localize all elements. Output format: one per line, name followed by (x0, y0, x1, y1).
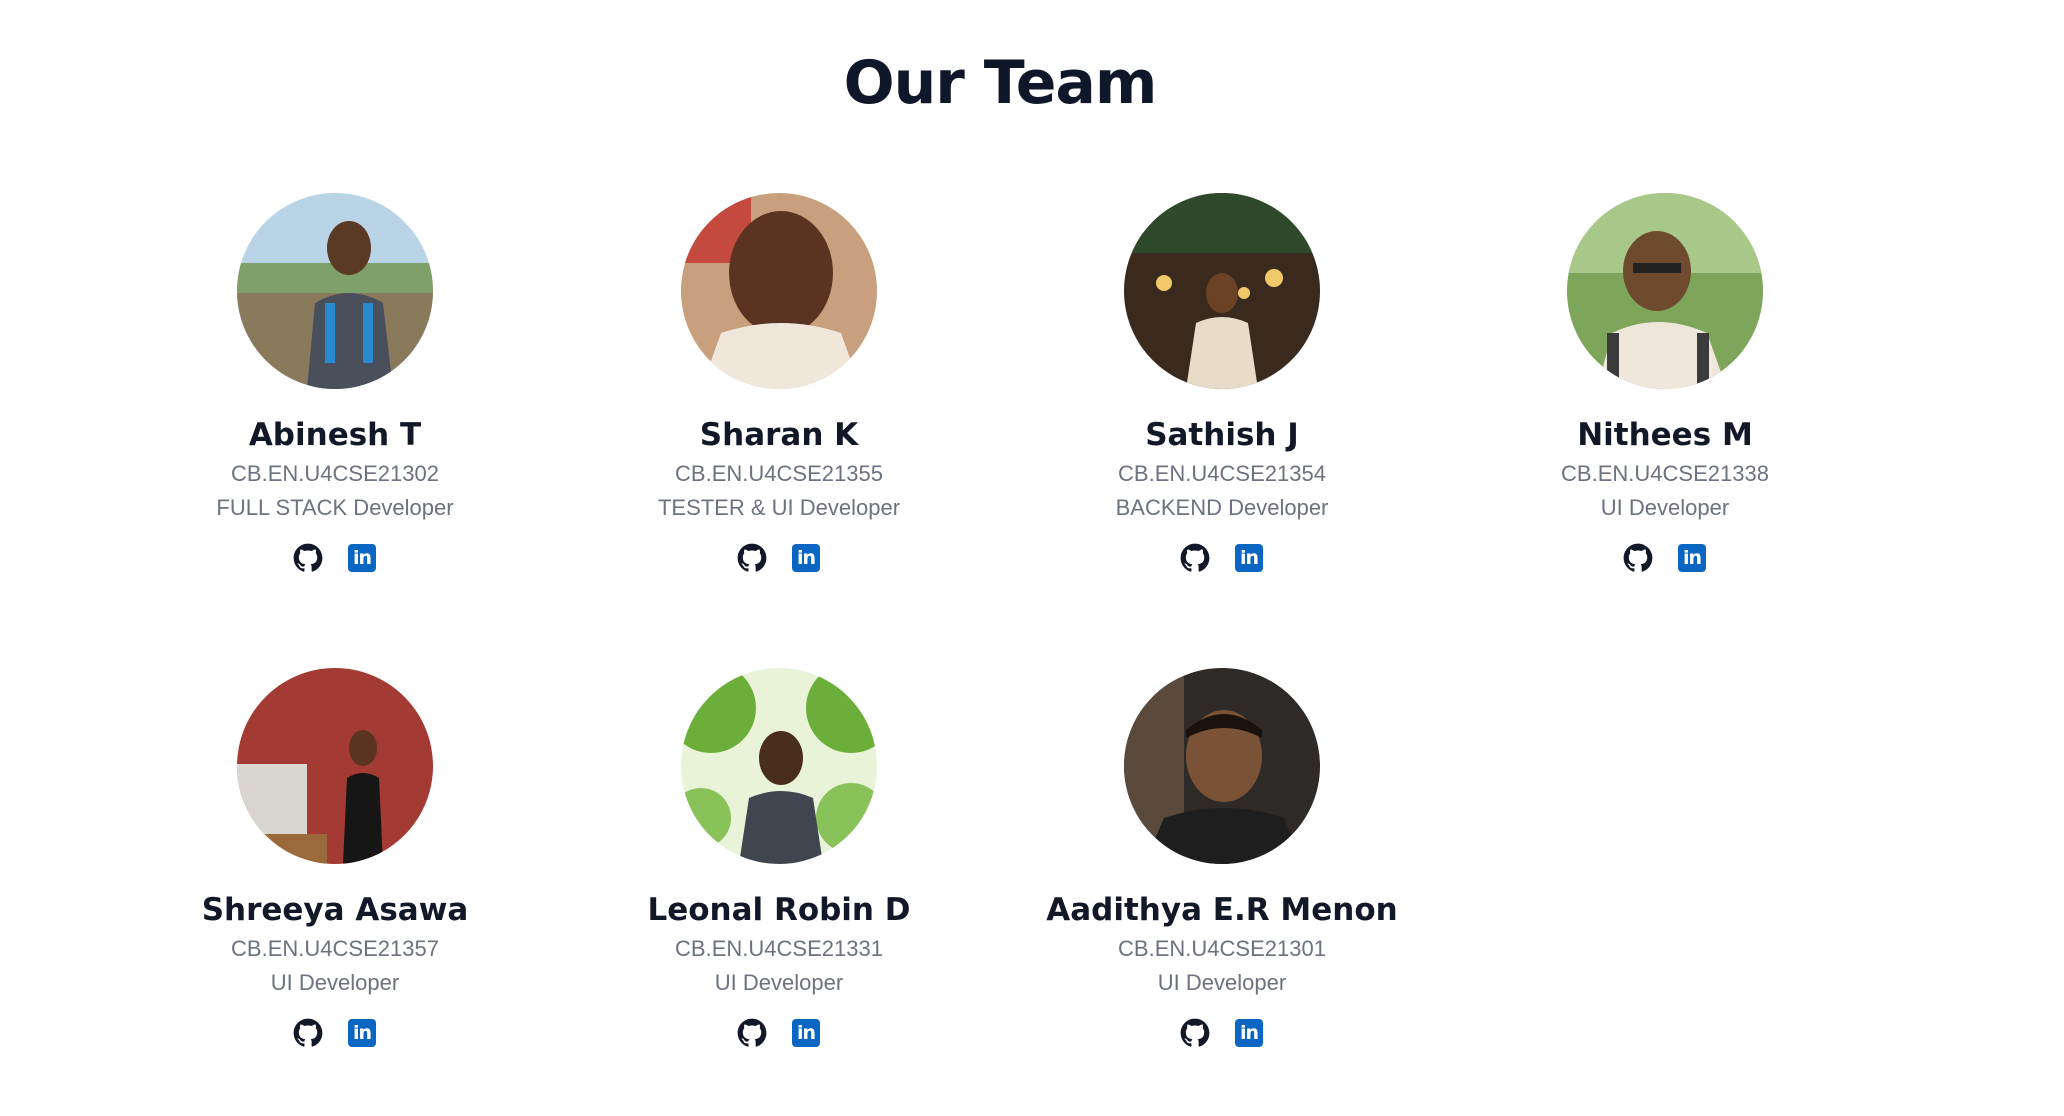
member-roll-number: CB.EN.U4CSE21357 (231, 936, 439, 961)
team-member-card: Leonal Robin D CB.EN.U4CSE21331 UI Devel… (559, 668, 999, 1050)
linkedin-icon[interactable]: in (1677, 543, 1707, 573)
page-title: Our Team (843, 48, 1158, 118)
member-name: Sharan K (699, 417, 859, 453)
member-photo (237, 193, 433, 389)
social-links: in (1445, 543, 1885, 575)
linkedin-icon[interactable]: in (347, 1018, 377, 1048)
member-name: Leonal Robin D (647, 892, 911, 928)
member-photo (1124, 668, 1320, 864)
member-photo (1124, 193, 1320, 389)
member-roll-number: CB.EN.U4CSE21354 (1118, 461, 1326, 486)
team-member-card: Shreeya Asawa CB.EN.U4CSE21357 UI Develo… (115, 668, 555, 1050)
linkedin-icon[interactable]: in (1234, 1018, 1264, 1048)
linkedin-label: in (1235, 1019, 1263, 1047)
linkedin-icon[interactable]: in (791, 543, 821, 573)
member-photo (1567, 193, 1763, 389)
github-icon[interactable] (737, 543, 767, 573)
member-roll-number: CB.EN.U4CSE21302 (231, 461, 439, 486)
social-links: in (115, 1018, 555, 1050)
member-name: Abinesh T (248, 417, 422, 453)
team-member-card: Sharan K CB.EN.U4CSE21355 TESTER & UI De… (559, 193, 999, 575)
social-links: in (1002, 543, 1442, 575)
linkedin-label: in (792, 544, 820, 572)
team-member-card: Aadithya E.R Menon CB.EN.U4CSE21301 UI D… (1002, 668, 1442, 1050)
member-role: FULL STACK Developer (216, 495, 454, 520)
github-icon[interactable] (1180, 543, 1210, 573)
linkedin-label: in (792, 1019, 820, 1047)
member-role: TESTER & UI Developer (657, 495, 901, 520)
team-member-card: Sathish J CB.EN.U4CSE21354 BACKEND Devel… (1002, 193, 1442, 575)
github-icon[interactable] (1623, 543, 1653, 573)
member-name: Nithees M (1577, 417, 1753, 453)
member-name: Aadithya E.R Menon (1046, 892, 1398, 928)
social-links: in (559, 543, 999, 575)
linkedin-label: in (348, 1019, 376, 1047)
member-role: UI Developer (270, 970, 400, 995)
team-member-card: Abinesh T CB.EN.U4CSE21302 FULL STACK De… (115, 193, 555, 575)
social-links: in (559, 1018, 999, 1050)
member-role: UI Developer (714, 970, 844, 995)
member-photo (237, 668, 433, 864)
member-roll-number: CB.EN.U4CSE21331 (675, 936, 883, 961)
github-icon[interactable] (293, 543, 323, 573)
member-roll-number: CB.EN.U4CSE21355 (675, 461, 883, 486)
linkedin-label: in (1678, 544, 1706, 572)
member-roll-number: CB.EN.U4CSE21301 (1118, 936, 1326, 961)
linkedin-icon[interactable]: in (791, 1018, 821, 1048)
member-photo (681, 668, 877, 864)
linkedin-label: in (348, 544, 376, 572)
team-member-card: Nithees M CB.EN.U4CSE21338 UI Developer … (1445, 193, 1885, 575)
team-page: Our Team Abinesh T CB.EN.U4CSE21302 FULL… (0, 0, 2064, 1116)
member-role: BACKEND Developer (1115, 495, 1329, 520)
linkedin-label: in (1235, 544, 1263, 572)
member-photo (681, 193, 877, 389)
member-name: Shreeya Asawa (201, 892, 469, 928)
github-icon[interactable] (293, 1018, 323, 1048)
member-role: UI Developer (1157, 970, 1287, 995)
github-icon[interactable] (737, 1018, 767, 1048)
member-roll-number: CB.EN.U4CSE21338 (1561, 461, 1769, 486)
member-name: Sathish J (1145, 417, 1299, 453)
github-icon[interactable] (1180, 1018, 1210, 1048)
member-role: UI Developer (1600, 495, 1730, 520)
linkedin-icon[interactable]: in (1234, 543, 1264, 573)
linkedin-icon[interactable]: in (347, 543, 377, 573)
social-links: in (115, 543, 555, 575)
social-links: in (1002, 1018, 1442, 1050)
